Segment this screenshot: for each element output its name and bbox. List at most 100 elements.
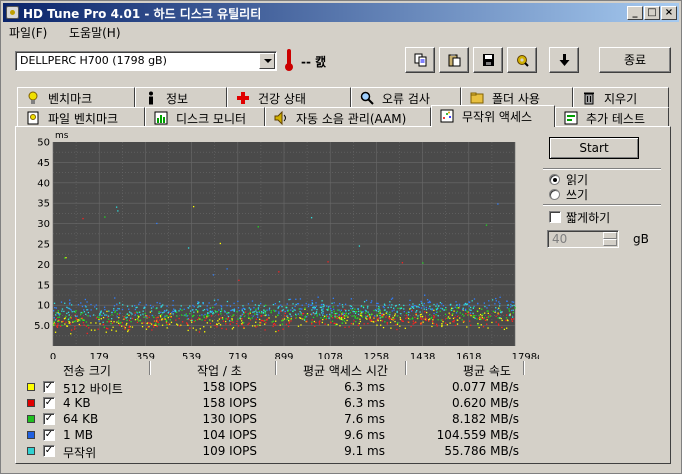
x-tick-label: 1798gB (512, 352, 539, 359)
tab-aam[interactable]: 자동 소음 관리(AAM) (265, 107, 431, 127)
tab-benchmark[interactable]: 벤치마크 (17, 87, 135, 107)
data-point (331, 302, 333, 305)
tab-extra-tests[interactable]: 추가 테스트 (555, 107, 669, 127)
data-point (498, 305, 501, 307)
save-button[interactable] (473, 47, 503, 73)
data-point (327, 306, 330, 308)
short-stroke-size-stepper[interactable]: 40 (547, 230, 619, 248)
data-point (123, 325, 125, 328)
maximize-button[interactable]: □ (644, 6, 660, 20)
data-point (425, 319, 427, 321)
data-point (198, 314, 201, 317)
data-point (407, 314, 410, 316)
series-checkbox[interactable]: ✓ (43, 397, 55, 409)
tab-folder-usage[interactable]: 폴더 사용 (461, 87, 573, 107)
series-checkbox[interactable]: ✓ (43, 445, 55, 457)
data-point (378, 307, 381, 309)
data-point (167, 316, 169, 319)
data-point (86, 332, 88, 335)
data-point (156, 301, 158, 304)
data-point (149, 311, 152, 313)
data-point (288, 320, 290, 322)
data-point (113, 305, 116, 307)
data-point (196, 310, 199, 312)
data-point (218, 318, 221, 320)
drive-select[interactable]: DELLPERC H700 (1798 gB) (15, 51, 277, 71)
data-point (111, 329, 113, 331)
data-point (420, 300, 422, 303)
data-point (235, 323, 238, 325)
data-point (61, 308, 64, 310)
data-point (196, 318, 199, 321)
data-point (116, 321, 118, 323)
tab-info[interactable]: 정보 (135, 87, 227, 107)
data-point (292, 310, 294, 313)
close-button[interactable]: × (661, 6, 677, 20)
data-point (209, 322, 211, 325)
start-button[interactable]: Start (549, 137, 639, 159)
tab-health[interactable]: 건강 상태 (227, 87, 351, 107)
series-checkbox[interactable]: ✓ (43, 429, 55, 441)
data-point (207, 315, 210, 317)
menu-file[interactable]: 파일(F) (9, 24, 47, 41)
data-point (338, 317, 340, 319)
tab-error-scan[interactable]: 오류 검사 (351, 87, 461, 107)
data-point (119, 312, 121, 314)
data-point (436, 325, 438, 327)
exit-button[interactable]: 종료 (599, 47, 671, 73)
tab-random-access[interactable]: 무작위 액세스 (431, 105, 555, 127)
data-point (368, 317, 371, 319)
data-point (420, 318, 422, 320)
data-point (83, 324, 85, 326)
copy-screenshot-button[interactable] (439, 47, 469, 73)
copy-info-button[interactable] (405, 47, 435, 73)
data-point (327, 261, 329, 263)
data-point (305, 316, 308, 318)
data-point (456, 307, 458, 309)
data-point (415, 311, 417, 313)
read-radio[interactable] (549, 174, 560, 185)
data-point (386, 311, 388, 313)
series-checkbox[interactable]: ✓ (43, 381, 55, 393)
series-checkbox[interactable]: ✓ (43, 413, 55, 425)
data-point (319, 306, 322, 308)
transfer-speed-value: 0.620 MB/s (451, 396, 519, 410)
data-point (53, 317, 55, 319)
data-point (243, 312, 245, 315)
data-point (123, 318, 126, 320)
download-button[interactable] (549, 47, 579, 73)
data-point (70, 329, 73, 331)
column-header: 전송 크기 (63, 364, 111, 378)
data-point (371, 300, 373, 302)
data-point (299, 317, 302, 319)
data-point (148, 316, 150, 318)
tab-file-benchmark[interactable]: 파일 벤치마크 (17, 107, 145, 127)
y-tick-label: 50 (37, 138, 50, 149)
short-stroke-checkbox[interactable] (549, 211, 561, 223)
data-point (58, 313, 60, 315)
spin-up-button[interactable] (603, 232, 617, 239)
options-button[interactable] (507, 47, 537, 73)
minimize-button[interactable]: _ (627, 6, 643, 20)
menu-help[interactable]: 도움말(H) (69, 24, 121, 41)
data-point (361, 311, 363, 313)
data-point (156, 222, 158, 225)
title-bar[interactable]: HD Tune Pro 4.01 - 하드 디스크 유틸리티 _ □ × (3, 3, 679, 22)
data-point (378, 317, 380, 319)
data-point (454, 324, 457, 327)
data-point (240, 315, 242, 317)
tab-erase[interactable]: 지우기 (573, 87, 669, 107)
data-point (157, 316, 159, 319)
data-point (409, 318, 411, 320)
tab-disk-monitor[interactable]: 디스크 모니터 (145, 107, 265, 127)
data-point (274, 324, 277, 326)
write-radio[interactable] (549, 189, 560, 200)
column-header: 작업 / 초 (197, 364, 242, 378)
data-point (461, 319, 463, 321)
drive-select-value: DELLPERC H700 (1798 gB) (20, 54, 167, 67)
data-point (340, 318, 343, 320)
divider (543, 204, 661, 206)
data-point (181, 321, 184, 323)
chevron-down-icon[interactable] (259, 53, 275, 69)
spin-down-button[interactable] (603, 239, 617, 246)
